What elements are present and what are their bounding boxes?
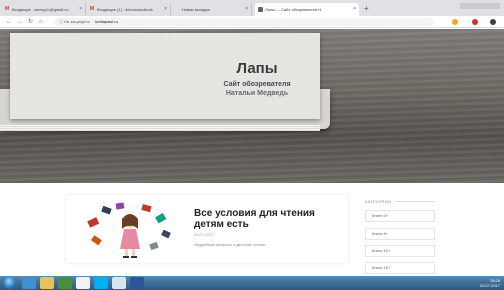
category-item[interactable]: Книги 0+ xyxy=(365,210,435,222)
book-pages xyxy=(0,125,320,131)
close-icon[interactable]: × xyxy=(245,3,248,16)
ie-icon[interactable] xyxy=(22,277,36,289)
url-text: lovillapawi.ru xyxy=(94,19,118,24)
browser-toolbar: ← → ↻ ⌂ ⓘ Не защищено lovillapawi.ru xyxy=(0,16,504,28)
new-tab-button[interactable]: + xyxy=(364,3,369,14)
heading-divider xyxy=(395,201,435,202)
tab-new-tab[interactable]: Новая вкладка × xyxy=(172,3,252,16)
site-icon xyxy=(258,7,263,12)
clock-date: 03.07.2017 xyxy=(479,283,500,288)
site-author: Натальи Медведь xyxy=(225,90,289,97)
tab-gmail-inbox[interactable]: M Входящие - stcrng.lo@gmail.co × xyxy=(2,3,86,16)
media-icon[interactable] xyxy=(58,277,72,289)
opera-icon[interactable] xyxy=(472,19,478,25)
post-card[interactable]: Все условия для чтения детям есть 03.07.… xyxy=(66,195,348,263)
home-icon[interactable]: ⌂ xyxy=(39,16,43,28)
profile-icon[interactable] xyxy=(490,19,496,25)
start-button[interactable] xyxy=(4,277,16,289)
tab-label: Входящие (1) - lichnsvaoutlook xyxy=(97,7,153,12)
post-illustration xyxy=(87,202,171,258)
tab-lapy-site[interactable]: Лапы — Сайт обозревателя Н × xyxy=(255,3,359,16)
gmail-icon: M xyxy=(90,6,95,12)
post-excerpt: Неудобные вопросы о детском чтении xyxy=(194,242,266,247)
address-bar[interactable]: ⓘ Не защищено lovillapawi.ru xyxy=(54,18,434,26)
site-tagline: Сайт обозревателя xyxy=(223,81,291,88)
windows-taskbar: 15:25 03.07.2017 xyxy=(0,276,504,290)
skype-icon[interactable] xyxy=(94,277,108,289)
post-title[interactable]: Все условия для чтения детям есть xyxy=(194,208,344,230)
close-icon[interactable]: × xyxy=(79,3,82,16)
info-icon[interactable]: ⓘ xyxy=(59,19,63,24)
tab-outlook-inbox[interactable]: M Входящие (1) - lichnsvaoutlook × xyxy=(87,3,171,16)
extension-icon[interactable] xyxy=(452,19,458,25)
close-icon[interactable]: × xyxy=(353,3,356,16)
explorer-icon[interactable] xyxy=(40,277,54,289)
site-header: Лапы Сайт обозревателя Натальи Медведь xyxy=(0,29,504,183)
word-icon[interactable] xyxy=(130,277,144,289)
close-icon[interactable]: × xyxy=(164,3,167,16)
back-arrow-icon[interactable]: ← xyxy=(6,16,12,28)
app-icon[interactable] xyxy=(112,277,126,289)
category-item[interactable]: Книги 12+ xyxy=(365,245,435,257)
system-tray[interactable]: 15:25 03.07.2017 xyxy=(436,278,500,288)
browser-tab-strip: M Входящие - stcrng.lo@gmail.co × M Вход… xyxy=(0,0,504,16)
forward-arrow-icon[interactable]: → xyxy=(17,16,23,28)
gmail-icon: M xyxy=(5,6,10,12)
category-item[interactable]: Книги 6+ xyxy=(365,228,435,240)
category-item[interactable]: Книги 16+ xyxy=(365,262,435,274)
tab-label: Входящие - stcrng.lo@gmail.co xyxy=(12,7,69,12)
reload-icon[interactable]: ↻ xyxy=(28,16,33,28)
categories-heading: КАТЕГОРИИ xyxy=(365,199,391,204)
tab-label: Лапы — Сайт обозревателя Н xyxy=(265,7,322,12)
security-label: Не защищено xyxy=(64,19,90,24)
chrome-icon[interactable] xyxy=(76,277,90,289)
window-controls[interactable] xyxy=(460,3,500,9)
post-date: 03.07.2017 xyxy=(194,232,215,237)
site-title[interactable]: Лапы xyxy=(0,60,504,77)
tab-label: Новая вкладка xyxy=(182,7,210,12)
